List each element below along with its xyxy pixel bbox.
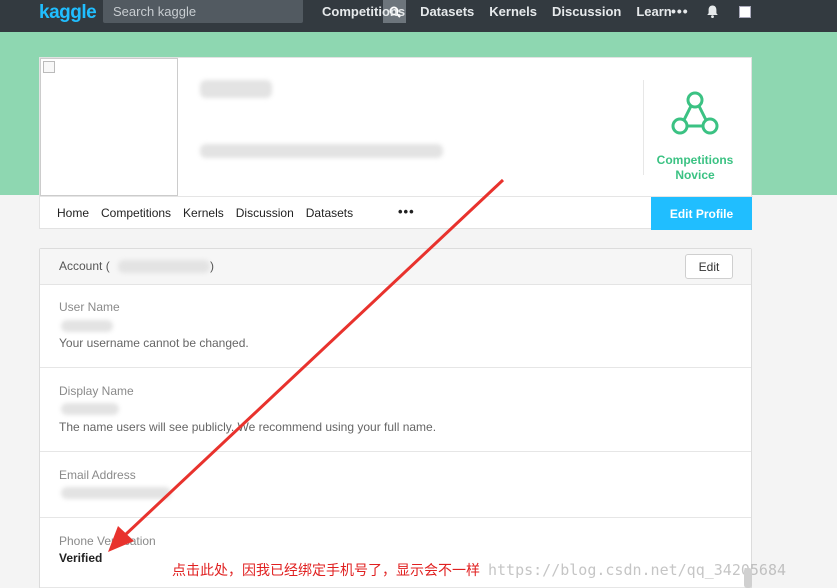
annotation-arrow [108, 178, 505, 552]
scrollbar-thumb[interactable] [744, 568, 752, 588]
annotation-note: 点击此处，因我已经绑定手机号了，显示会不一样 [172, 563, 480, 579]
watermark: https://blog.csdn.net/qq_34205684 [488, 561, 787, 579]
